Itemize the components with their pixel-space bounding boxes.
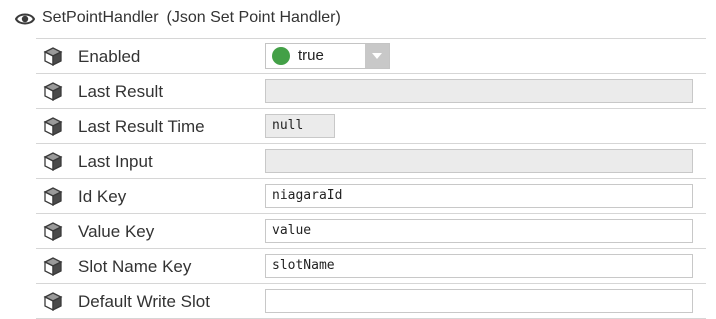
default-write-slot-input[interactable] <box>265 289 693 313</box>
property-label: Value Key <box>78 222 155 241</box>
slot-cube-icon <box>43 47 63 67</box>
property-row-slot-name-key: Slot Name Key slotName <box>36 249 706 284</box>
component-name: SetPointHandler <box>42 9 159 26</box>
property-row-enabled: Enabled true <box>36 38 706 74</box>
property-label: Id Key <box>78 187 127 206</box>
id-key-input[interactable]: niagaraId <box>265 184 693 208</box>
slot-cube-icon <box>43 152 63 172</box>
property-row-default-write-slot: Default Write Slot <box>36 284 706 319</box>
eye-icon[interactable] <box>15 10 35 28</box>
slot-cube-icon <box>43 292 63 312</box>
property-label: Slot Name Key <box>78 257 192 276</box>
component-title: SetPointHandler (Json Set Point Handler) <box>42 9 341 27</box>
enabled-dropdown[interactable]: true <box>265 43 390 69</box>
chevron-down-icon[interactable] <box>365 44 389 68</box>
last-result-field <box>265 79 693 103</box>
property-row-id-key: Id Key niagaraId <box>36 179 706 214</box>
property-sheet: Enabled true Last Result Last Result Tim… <box>36 38 706 319</box>
slot-cube-icon <box>43 187 63 207</box>
value-key-input[interactable]: value <box>265 219 693 243</box>
enabled-value: true <box>298 47 324 64</box>
slot-cube-icon <box>43 117 63 137</box>
property-label: Last Result <box>78 82 164 101</box>
last-result-time-field: null <box>265 114 335 138</box>
component-type: (Json Set Point Handler) <box>166 9 341 26</box>
last-input-field <box>265 149 693 173</box>
property-label: Last Result Time <box>78 117 205 136</box>
property-label: Enabled <box>78 47 141 66</box>
property-label: Default Write Slot <box>78 292 210 311</box>
property-row-value-key: Value Key value <box>36 214 706 249</box>
property-row-last-result-time: Last Result Time null <box>36 109 706 144</box>
property-label: Last Input <box>78 152 153 171</box>
slot-cube-icon <box>43 222 63 242</box>
property-row-last-result: Last Result <box>36 74 706 109</box>
slot-name-key-input[interactable]: slotName <box>265 254 693 278</box>
status-indicator-icon <box>272 47 290 65</box>
slot-cube-icon <box>43 82 63 102</box>
slot-cube-icon <box>43 257 63 277</box>
property-row-last-input: Last Input <box>36 144 706 179</box>
component-header: SetPointHandler (Json Set Point Handler) <box>0 0 716 38</box>
